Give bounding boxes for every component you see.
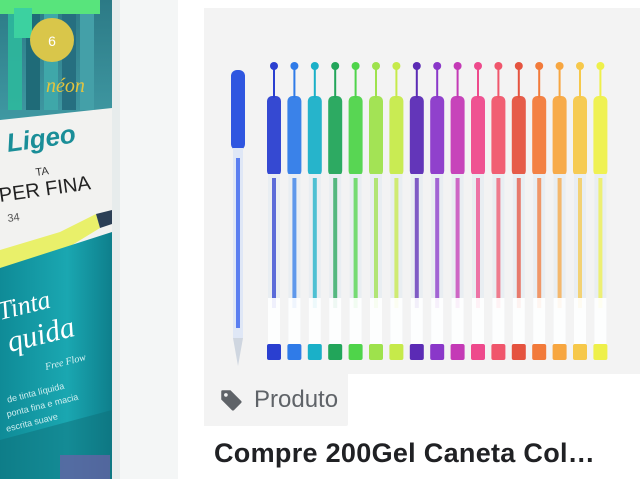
left-product-card[interactable]: 6 néon Ligeo TA PER FINA 34 Tinta quida … bbox=[0, 0, 178, 479]
pen-13 bbox=[511, 62, 526, 360]
neon-badge-text: néon bbox=[46, 75, 85, 97]
pen-14 bbox=[532, 62, 547, 360]
pen-16 bbox=[573, 62, 587, 360]
gel-pens-illustration bbox=[231, 62, 608, 366]
pen-8 bbox=[409, 62, 424, 360]
pen-10 bbox=[450, 62, 465, 360]
product-title[interactable]: Compre 200Gel Caneta Col… bbox=[214, 436, 638, 470]
pen-17 bbox=[593, 62, 608, 360]
badge-label: Produto bbox=[254, 386, 339, 413]
svg-text:TA: TA bbox=[35, 165, 50, 179]
pen-6 bbox=[369, 62, 383, 360]
pen-9 bbox=[430, 62, 445, 360]
pen-2 bbox=[287, 62, 302, 360]
pen-15 bbox=[552, 62, 567, 360]
product-type-badge: Produto bbox=[204, 374, 349, 426]
svg-text:34: 34 bbox=[7, 211, 21, 225]
pen-4 bbox=[328, 62, 343, 360]
single-pen bbox=[231, 70, 245, 366]
pen-5 bbox=[348, 62, 363, 360]
pen-1 bbox=[267, 62, 281, 360]
product-card[interactable]: Produto Compre 200Gel Caneta Col… bbox=[204, 8, 640, 479]
tag-icon bbox=[216, 385, 246, 415]
svg-text:6: 6 bbox=[48, 33, 56, 49]
left-product-image: 6 néon Ligeo TA PER FINA 34 Tinta quida … bbox=[0, 0, 178, 479]
pen-12 bbox=[491, 62, 506, 360]
pen-3 bbox=[307, 62, 322, 360]
product-image[interactable] bbox=[204, 8, 640, 374]
pen-11 bbox=[471, 62, 485, 360]
pen-7 bbox=[389, 62, 404, 360]
